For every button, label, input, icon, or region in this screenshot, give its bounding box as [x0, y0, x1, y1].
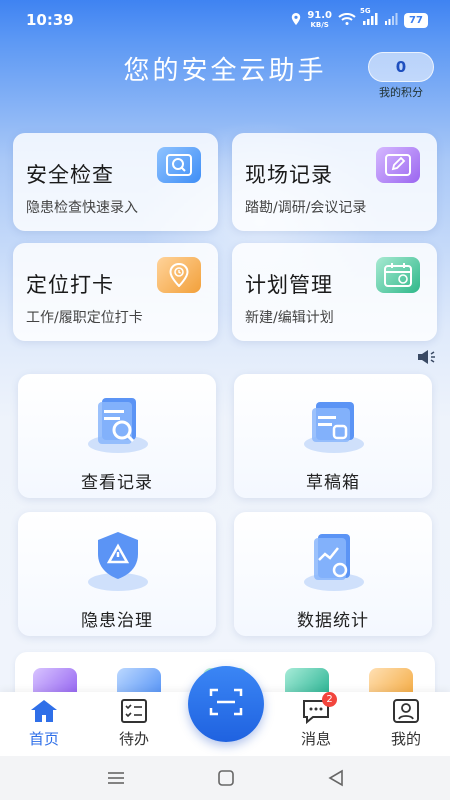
status-icons: 91.0 KB/S 5G 77: [291, 7, 428, 30]
check-in-card[interactable]: 定位打卡 工作/履职定位打卡: [13, 243, 218, 341]
location-clock-icon: [157, 257, 201, 293]
speed-value: 91.0: [307, 10, 332, 21]
statistics-icon: [296, 524, 372, 594]
system-nav-bar: [0, 756, 450, 800]
nav-label: 消息: [300, 730, 331, 748]
network-type: 5G: [360, 7, 371, 15]
home-icon: [29, 698, 59, 724]
card-subtitle: 隐患检查快速录入: [26, 200, 138, 216]
data-statistics-tile[interactable]: 数据统计: [234, 512, 432, 636]
records-icon: [80, 386, 156, 456]
card-subtitle: 新建/编辑计划: [245, 310, 334, 326]
message-badge: 2: [322, 692, 337, 707]
tile-label: 隐患治理: [81, 611, 153, 631]
card-subtitle: 踏勘/调研/会议记录: [245, 200, 367, 216]
card-title: 定位打卡: [26, 273, 114, 297]
hazard-shield-icon: [80, 524, 156, 594]
card-title: 安全检查: [26, 163, 114, 187]
site-record-card[interactable]: 现场记录 踏勘/调研/会议记录: [232, 133, 437, 231]
drafts-tile[interactable]: 草稿箱: [234, 374, 432, 498]
edit-icon: [376, 147, 420, 183]
home-square-icon[interactable]: [214, 768, 238, 788]
tile-label: 草稿箱: [306, 473, 360, 493]
status-time: 10:39: [26, 11, 74, 29]
search-icon: [157, 147, 201, 183]
plan-management-card[interactable]: 计划管理 新建/编辑计划: [232, 243, 437, 341]
hazard-governance-tile[interactable]: 隐患治理: [18, 512, 216, 636]
nav-todo[interactable]: 待办: [104, 698, 164, 749]
points-value[interactable]: 0: [368, 52, 434, 82]
scan-icon: [209, 687, 243, 721]
announcement-speaker-icon[interactable]: [417, 349, 437, 365]
message-icon: 2: [301, 692, 337, 725]
view-records-tile[interactable]: 查看记录: [18, 374, 216, 498]
nav-messages[interactable]: 2 消息: [286, 692, 346, 749]
card-title: 现场记录: [245, 163, 333, 187]
back-icon[interactable]: [324, 768, 348, 788]
tile-label: 查看记录: [81, 473, 153, 493]
profile-icon: [391, 698, 421, 724]
battery-indicator: 77: [404, 13, 428, 28]
location-icon: [291, 13, 301, 28]
nav-profile[interactable]: 我的: [376, 698, 436, 749]
nav-label: 待办: [118, 730, 149, 748]
signal-icon-2: [384, 13, 398, 28]
signal-icon: 5G: [360, 7, 378, 28]
points-label[interactable]: 我的积分: [364, 84, 438, 100]
todo-icon: [119, 698, 149, 724]
card-subtitle: 工作/履职定位打卡: [26, 310, 143, 326]
tile-label: 数据统计: [297, 611, 369, 631]
nav-label: 我的: [390, 730, 421, 748]
scan-button[interactable]: [188, 666, 264, 742]
card-title: 计划管理: [245, 273, 333, 297]
status-bar: 10:39 91.0 KB/S 5G 77: [0, 0, 450, 40]
speed-unit: KB/S: [310, 21, 329, 29]
wifi-icon: [338, 13, 356, 28]
drafts-icon: [296, 386, 372, 456]
calendar-icon: [376, 257, 420, 293]
app-screen: 10:39 91.0 KB/S 5G 77 您的安全云助手 0 我的积分 安全检…: [0, 0, 450, 800]
nav-home[interactable]: 首页: [14, 698, 74, 749]
safety-check-card[interactable]: 安全检查 隐患检查快速录入: [13, 133, 218, 231]
nav-label: 首页: [28, 730, 59, 748]
menu-icon[interactable]: [104, 768, 128, 788]
network-speed: 91.0 KB/S: [307, 11, 332, 30]
